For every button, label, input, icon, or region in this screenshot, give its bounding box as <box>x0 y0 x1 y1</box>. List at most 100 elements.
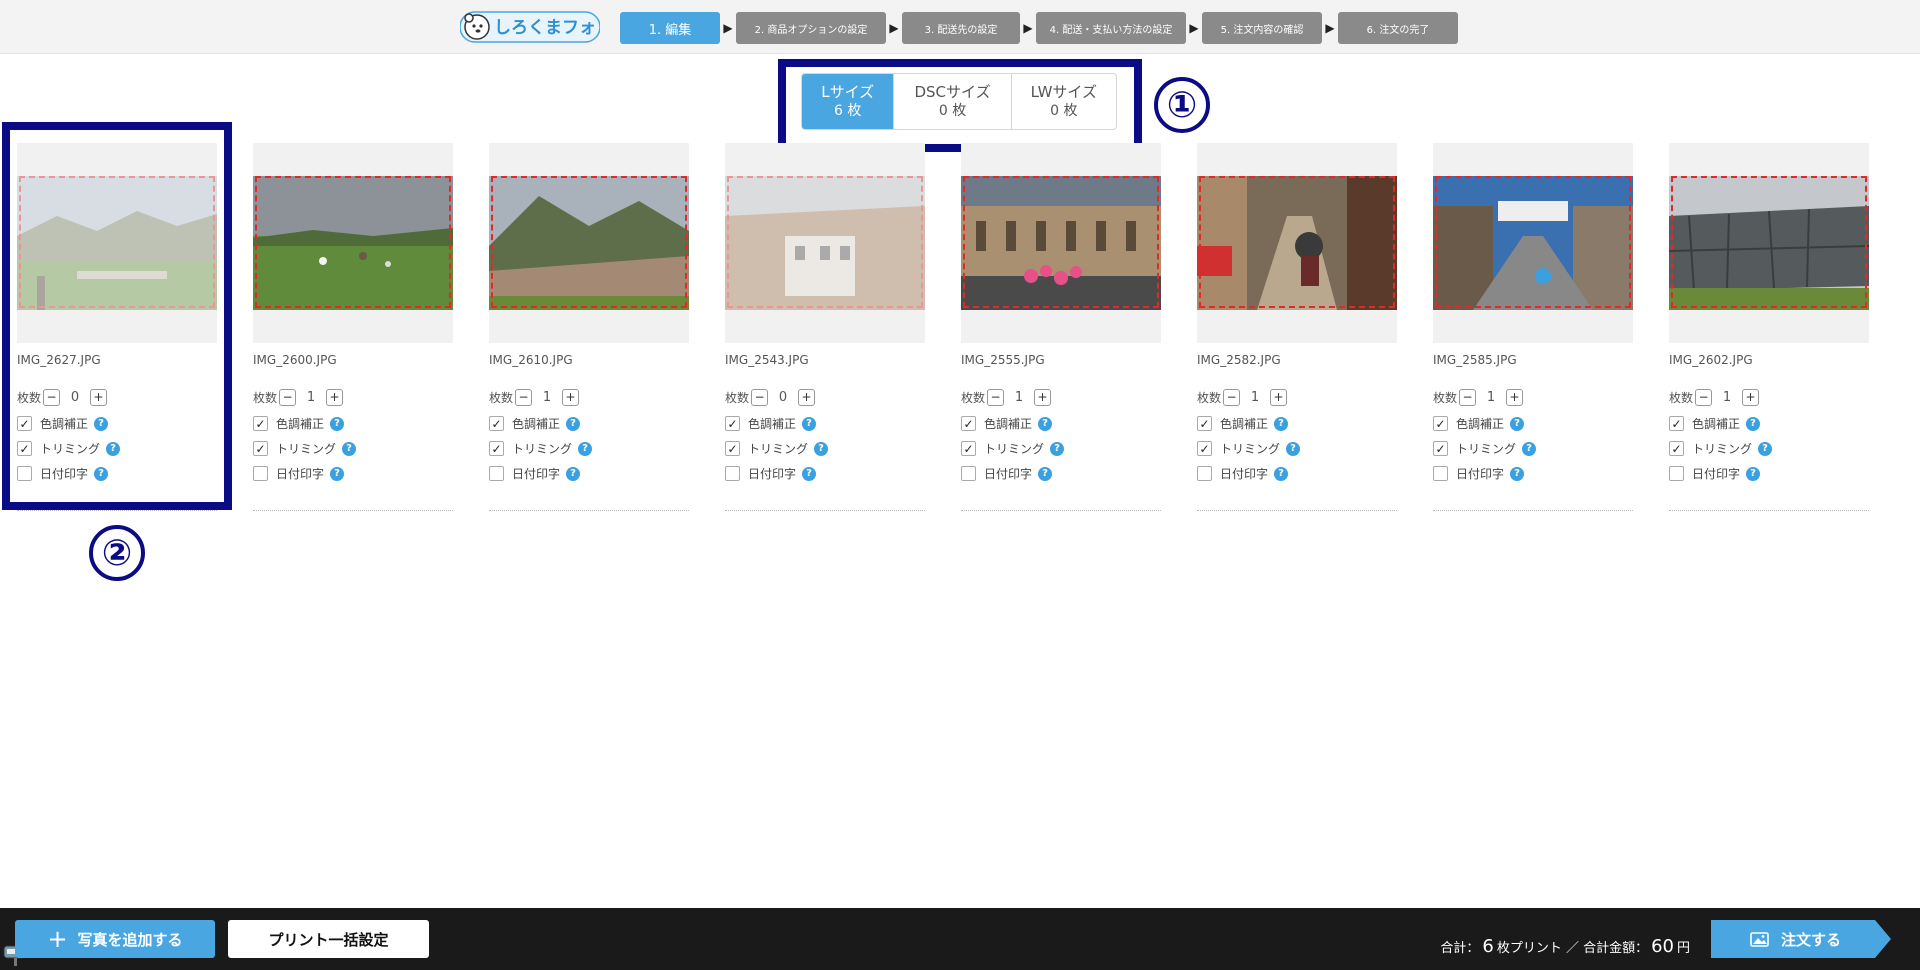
option-trimming[interactable]: ✓ トリミング? <box>961 440 1161 457</box>
photo-thumbnail-frame[interactable] <box>1669 143 1869 343</box>
increment-button[interactable]: + <box>798 388 815 406</box>
help-icon[interactable]: ? <box>342 441 357 456</box>
option-color-correction[interactable]: ✓ 色調補正? <box>961 415 1161 432</box>
trimming-checkbox[interactable]: ✓ <box>489 441 504 456</box>
color-correction-checkbox[interactable]: ✓ <box>1197 416 1212 431</box>
photo-thumbnail[interactable] <box>725 176 925 310</box>
add-photo-button[interactable]: + 写真を追加する <box>15 920 215 958</box>
increment-button[interactable]: + <box>90 388 107 406</box>
help-icon[interactable]: ? <box>814 441 829 456</box>
decrement-button[interactable]: − <box>279 388 296 406</box>
option-color-correction[interactable]: ✓ 色調補正? <box>17 415 217 432</box>
increment-button[interactable]: + <box>1270 388 1287 406</box>
quantity-value[interactable]: 1 <box>532 390 562 405</box>
color-correction-checkbox[interactable]: ✓ <box>1433 416 1448 431</box>
date-print-checkbox[interactable] <box>1669 466 1684 481</box>
increment-button[interactable]: + <box>1742 388 1759 406</box>
trimming-checkbox[interactable]: ✓ <box>253 441 268 456</box>
option-color-correction[interactable]: ✓ 色調補正? <box>1669 415 1869 432</box>
help-icon[interactable]: ? <box>1286 441 1301 456</box>
quantity-value[interactable]: 0 <box>60 390 90 405</box>
help-icon[interactable]: ? <box>330 466 345 481</box>
help-icon[interactable]: ? <box>578 441 593 456</box>
order-button[interactable]: 注文する <box>1711 920 1891 958</box>
option-date-print[interactable]: 日付印字? <box>725 465 925 482</box>
increment-button[interactable]: + <box>1506 388 1523 406</box>
quantity-value[interactable]: 1 <box>1240 390 1270 405</box>
quantity-value[interactable]: 0 <box>768 390 798 405</box>
bulk-print-settings-button[interactable]: プリント一括設定 <box>228 920 429 958</box>
color-correction-checkbox[interactable]: ✓ <box>17 416 32 431</box>
photo-thumbnail-frame[interactable] <box>17 143 217 343</box>
option-trimming[interactable]: ✓ トリミング? <box>1197 440 1397 457</box>
decrement-button[interactable]: − <box>1223 388 1240 406</box>
option-trimming[interactable]: ✓ トリミング? <box>1433 440 1633 457</box>
option-date-print[interactable]: 日付印字? <box>1433 465 1633 482</box>
help-icon[interactable]: ? <box>1510 466 1525 481</box>
photo-thumbnail[interactable] <box>961 176 1161 310</box>
shirokuma-photo-logo[interactable]: しろくまフォト <box>460 10 600 44</box>
date-print-checkbox[interactable] <box>17 466 32 481</box>
photo-thumbnail-frame[interactable] <box>961 143 1161 343</box>
photo-thumbnail[interactable] <box>1197 176 1397 310</box>
help-icon[interactable]: ? <box>1038 466 1053 481</box>
help-icon[interactable]: ? <box>802 466 817 481</box>
help-icon[interactable]: ? <box>1746 416 1761 431</box>
option-trimming[interactable]: ✓ トリミング? <box>725 440 925 457</box>
photo-thumbnail-frame[interactable] <box>1433 143 1633 343</box>
option-trimming[interactable]: ✓ トリミング? <box>17 440 217 457</box>
help-icon[interactable]: ? <box>1758 441 1773 456</box>
option-trimming[interactable]: ✓ トリミング? <box>489 440 689 457</box>
decrement-button[interactable]: − <box>1459 388 1476 406</box>
option-date-print[interactable]: 日付印字? <box>253 465 453 482</box>
option-date-print[interactable]: 日付印字? <box>1197 465 1397 482</box>
help-icon[interactable]: ? <box>1274 416 1289 431</box>
photo-thumbnail[interactable] <box>1669 176 1869 310</box>
decrement-button[interactable]: − <box>987 388 1004 406</box>
date-print-checkbox[interactable] <box>1197 466 1212 481</box>
option-color-correction[interactable]: ✓ 色調補正? <box>1197 415 1397 432</box>
quantity-value[interactable]: 1 <box>1476 390 1506 405</box>
date-print-checkbox[interactable] <box>489 466 504 481</box>
help-icon[interactable]: ? <box>330 416 345 431</box>
help-icon[interactable]: ? <box>94 466 109 481</box>
decrement-button[interactable]: − <box>515 388 532 406</box>
photo-thumbnail-frame[interactable] <box>253 143 453 343</box>
help-icon[interactable]: ? <box>1038 416 1053 431</box>
option-color-correction[interactable]: ✓ 色調補正? <box>489 415 689 432</box>
quantity-value[interactable]: 1 <box>1004 390 1034 405</box>
photo-thumbnail[interactable] <box>1433 176 1633 310</box>
color-correction-checkbox[interactable]: ✓ <box>961 416 976 431</box>
trimming-checkbox[interactable]: ✓ <box>725 441 740 456</box>
color-correction-checkbox[interactable]: ✓ <box>1669 416 1684 431</box>
help-icon[interactable]: ? <box>106 441 121 456</box>
help-icon[interactable]: ? <box>566 416 581 431</box>
help-icon[interactable]: ? <box>1746 466 1761 481</box>
photo-thumbnail[interactable] <box>489 176 689 310</box>
photo-thumbnail-frame[interactable] <box>1197 143 1397 343</box>
quantity-value[interactable]: 1 <box>296 390 326 405</box>
option-color-correction[interactable]: ✓ 色調補正? <box>1433 415 1633 432</box>
option-date-print[interactable]: 日付印字? <box>489 465 689 482</box>
color-correction-checkbox[interactable]: ✓ <box>489 416 504 431</box>
date-print-checkbox[interactable] <box>1433 466 1448 481</box>
help-icon[interactable]: ? <box>566 466 581 481</box>
decrement-button[interactable]: − <box>43 388 60 406</box>
photo-thumbnail[interactable] <box>253 176 453 310</box>
photo-thumbnail-frame[interactable] <box>725 143 925 343</box>
trimming-checkbox[interactable]: ✓ <box>1433 441 1448 456</box>
option-date-print[interactable]: 日付印字? <box>961 465 1161 482</box>
increment-button[interactable]: + <box>1034 388 1051 406</box>
option-date-print[interactable]: 日付印字? <box>17 465 217 482</box>
option-trimming[interactable]: ✓ トリミング? <box>1669 440 1869 457</box>
date-print-checkbox[interactable] <box>961 466 976 481</box>
quantity-value[interactable]: 1 <box>1712 390 1742 405</box>
date-print-checkbox[interactable] <box>725 466 740 481</box>
help-icon[interactable]: ? <box>1522 441 1537 456</box>
trimming-checkbox[interactable]: ✓ <box>1669 441 1684 456</box>
trimming-checkbox[interactable]: ✓ <box>961 441 976 456</box>
option-date-print[interactable]: 日付印字? <box>1669 465 1869 482</box>
help-icon[interactable]: ? <box>802 416 817 431</box>
help-icon[interactable]: ? <box>1510 416 1525 431</box>
option-trimming[interactable]: ✓ トリミング? <box>253 440 453 457</box>
